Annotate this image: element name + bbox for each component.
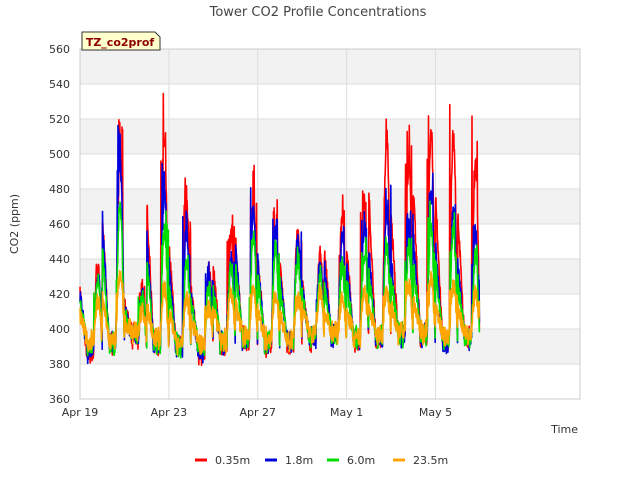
dataset-badge: TZ_co2prof bbox=[81, 31, 161, 51]
y-tick-label: 440 bbox=[49, 253, 70, 266]
grid-band bbox=[80, 119, 580, 154]
y-tick-label: 520 bbox=[49, 113, 70, 126]
y-tick-label: 460 bbox=[49, 218, 70, 231]
y-tick-label: 420 bbox=[49, 288, 70, 301]
x-tick-label: May 5 bbox=[419, 406, 452, 419]
legend-label: 23.5m bbox=[413, 454, 448, 467]
legend-label: 1.8m bbox=[285, 454, 313, 467]
chart-title: Tower CO2 Profile Concentrations bbox=[209, 5, 427, 20]
y-tick-label: 400 bbox=[49, 323, 70, 336]
grid-band bbox=[80, 259, 580, 294]
y-tick-label: 360 bbox=[49, 393, 70, 406]
chart: 360 380 400 420 440 460 480 500 520 540 560 Apr 19… bbox=[0, 0, 640, 480]
legend-label: 6.0m bbox=[347, 454, 375, 467]
grid-band bbox=[80, 189, 580, 224]
y-tick-label: 380 bbox=[49, 358, 70, 371]
legend-label: 0.35m bbox=[215, 454, 250, 467]
x-tick-label: May 1 bbox=[330, 406, 363, 419]
grid-band bbox=[80, 49, 580, 84]
x-axis-label: Time bbox=[550, 423, 578, 436]
x-tick-label: Apr 27 bbox=[240, 406, 277, 419]
y-tick-label: 480 bbox=[49, 183, 70, 196]
badge-label: TZ_co2prof bbox=[86, 36, 155, 49]
y-tick-label: 540 bbox=[49, 78, 70, 91]
x-tick-label: Apr 19 bbox=[62, 406, 99, 419]
y-tick-label: 500 bbox=[49, 148, 70, 161]
y-axis-label: CO2 (ppm) bbox=[8, 194, 21, 254]
x-tick-label: Apr 23 bbox=[151, 406, 188, 419]
y-tick-label: 560 bbox=[49, 43, 70, 56]
